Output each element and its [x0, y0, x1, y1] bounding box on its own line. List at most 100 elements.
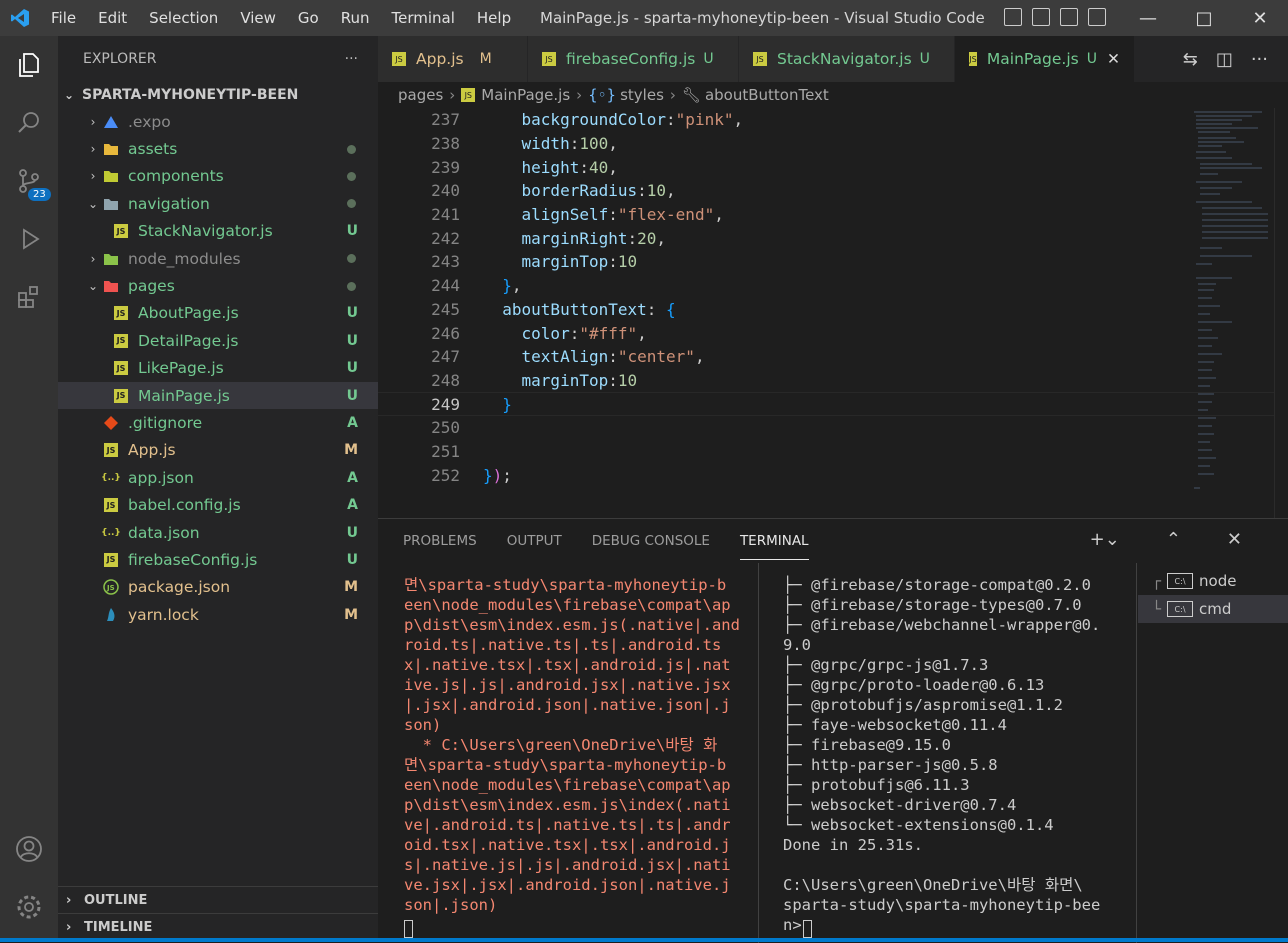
extensions-icon[interactable] — [0, 268, 58, 326]
terminal-session-node[interactable]: ┌ C:\ node — [1138, 567, 1288, 595]
line-text: aboutButtonText: { — [502, 299, 676, 319]
code-line[interactable]: 247 textAlign:"center", — [378, 345, 1288, 369]
maximize-panel-icon[interactable]: ⌃ — [1166, 529, 1181, 550]
menu-file[interactable]: File — [40, 0, 87, 36]
code-line[interactable]: 251 — [378, 440, 1288, 464]
tree-item-yarnlock[interactable]: yarn.lock M — [58, 601, 378, 628]
run-debug-icon[interactable] — [0, 210, 58, 268]
tab-stacknavigator[interactable]: JS StackNavigator.js U — [739, 36, 955, 82]
tab-output[interactable]: OUTPUT — [507, 533, 562, 549]
code-line[interactable]: 245 aboutButtonText: { — [378, 298, 1288, 322]
menu-help[interactable]: Help — [466, 0, 522, 36]
tree-item-label: navigation — [128, 194, 210, 213]
minimize-icon[interactable]: — — [1120, 0, 1176, 36]
tab-mainpage[interactable]: JS MainPage.js U ✕ — [955, 36, 1135, 82]
chevron-right-icon: › — [576, 86, 583, 104]
tab-terminal[interactable]: TERMINAL — [739, 533, 809, 560]
tab-debug-console[interactable]: DEBUG CONSOLE — [592, 533, 710, 549]
tree-item-label: .expo — [128, 112, 171, 131]
code-line[interactable]: 248 marginTop:10 — [378, 369, 1288, 393]
tree-item-appjson[interactable]: {..} app.json A — [58, 464, 378, 491]
code-line[interactable]: 250 — [378, 416, 1288, 440]
tree-item-components[interactable]: › components — [58, 163, 378, 190]
search-icon[interactable] — [0, 94, 58, 152]
menu-view[interactable]: View — [229, 0, 287, 36]
tree-item-stacknavigator[interactable]: JS StackNavigator.js U — [58, 218, 378, 245]
breadcrumb-item[interactable]: pages — [398, 86, 443, 104]
tree-item-label: components — [128, 167, 224, 186]
breadcrumb-item[interactable]: aboutButtonText — [705, 86, 829, 104]
code-line[interactable]: 249 } — [378, 392, 1288, 416]
code-line[interactable]: 237 backgroundColor:"pink", — [378, 108, 1288, 132]
toggle-sidebar-icon[interactable] — [1004, 8, 1022, 26]
minimap[interactable] — [1192, 108, 1270, 498]
close-panel-icon[interactable]: ✕ — [1227, 529, 1242, 550]
tree-item-navigation[interactable]: ⌄ navigation — [58, 190, 378, 217]
status-dot — [347, 254, 356, 264]
code-line[interactable]: 241 alignSelf:"flex-end", — [378, 203, 1288, 227]
close-tab-icon[interactable]: ✕ — [1107, 50, 1120, 68]
new-terminal-icon[interactable]: +⌄ — [1090, 529, 1120, 550]
tree-item-aboutpage[interactable]: JS AboutPage.js U — [58, 300, 378, 327]
code-editor[interactable]: 237 backgroundColor:"pink", 238 width:100… — [378, 108, 1288, 518]
tree-item-likepage[interactable]: JS LikePage.js U — [58, 355, 378, 382]
code-line[interactable]: 240 borderRadius:10, — [378, 179, 1288, 203]
code-line[interactable]: 239 height:40, — [378, 155, 1288, 179]
tree-item-babel-config[interactable]: JS babel.config.js A — [58, 491, 378, 518]
menu-run[interactable]: Run — [330, 0, 381, 36]
code-line[interactable]: 243 marginTop:10 — [378, 250, 1288, 274]
menu-selection[interactable]: Selection — [138, 0, 229, 36]
terminal-session-cmd[interactable]: └ C:\ cmd — [1138, 595, 1288, 623]
tree-item-datajson[interactable]: {..} data.json U — [58, 519, 378, 546]
js-file-icon: JS — [392, 52, 406, 66]
close-window-icon[interactable]: ✕ — [1232, 0, 1288, 36]
account-icon[interactable] — [0, 820, 58, 878]
workspace-root[interactable]: ⌄ SPARTA-MYHONEYTIP-BEEN — [58, 82, 378, 108]
code-line[interactable]: 238 width:100, — [378, 132, 1288, 156]
tab-problems[interactable]: PROBLEMS — [403, 533, 477, 549]
menu-edit[interactable]: Edit — [87, 0, 138, 36]
tree-item-expo[interactable]: › .expo — [58, 108, 378, 135]
code-line[interactable]: 252}); — [378, 463, 1288, 487]
more-actions-icon[interactable]: ··· — [1251, 49, 1268, 70]
customize-layout-icon[interactable] — [1088, 8, 1106, 26]
tree-item-label: firebaseConfig.js — [128, 550, 258, 569]
maximize-icon[interactable]: □ — [1176, 0, 1232, 36]
code-line[interactable]: 244 }, — [378, 274, 1288, 298]
code-line[interactable]: 242 marginRight:20, — [378, 226, 1288, 250]
tree-item-mainpage[interactable]: JS MainPage.js U — [58, 381, 378, 410]
timeline-section[interactable]: › TIMELINE — [58, 913, 378, 940]
more-actions-icon[interactable]: ··· — [345, 51, 358, 67]
line-text: alignSelf:"flex-end", — [521, 205, 724, 225]
tab-status: U — [703, 51, 714, 67]
code-line[interactable]: 246 color:"#fff", — [378, 321, 1288, 345]
terminal-split-divider[interactable] — [758, 563, 759, 943]
tree-item-assets[interactable]: › assets — [58, 135, 378, 162]
terminal-output-left[interactable]: 면\sparta-study\sparta-myhoneytip-b een\n… — [404, 575, 740, 915]
editor-scrollbar[interactable] — [1274, 108, 1288, 518]
menu-go[interactable]: Go — [287, 0, 330, 36]
tree-item-pages[interactable]: ⌄ pages — [58, 272, 378, 299]
explorer-icon[interactable] — [0, 36, 58, 94]
settings-gear-icon[interactable] — [0, 878, 58, 936]
terminal-output-right[interactable]: ├─ @firebase/storage-compat@0.2.0 ├─ @fi… — [783, 575, 1100, 935]
toggle-panel-icon[interactable] — [1032, 8, 1050, 26]
tree-item-appjs[interactable]: JS App.js M — [58, 437, 378, 464]
outline-section[interactable]: › OUTLINE — [58, 886, 378, 913]
tree-item-firebaseconfig[interactable]: JS firebaseConfig.js U — [58, 546, 378, 573]
breadcrumb-item[interactable]: MainPage.js — [481, 86, 570, 104]
tree-item-detailpage[interactable]: JS DetailPage.js U — [58, 327, 378, 354]
terminal-cursor — [404, 920, 413, 938]
split-editor-icon[interactable]: ◫ — [1216, 49, 1233, 70]
source-control-icon[interactable] — [0, 152, 58, 210]
tree-item-node-modules[interactable]: › node_modules — [58, 245, 378, 272]
tab-firebaseconfig[interactable]: JS firebaseConfig.js U — [528, 36, 739, 82]
tree-item-gitignore[interactable]: .gitignore A — [58, 409, 378, 436]
tab-app-js[interactable]: JS App.js M — [378, 36, 528, 82]
toggle-secondary-sidebar-icon[interactable] — [1060, 8, 1078, 26]
breadcrumb-item[interactable]: styles — [620, 86, 664, 104]
compare-changes-icon[interactable]: ⇆ — [1183, 49, 1198, 70]
menu-terminal[interactable]: Terminal — [381, 0, 466, 36]
chevron-right-icon: › — [669, 86, 676, 104]
tree-item-packagejson[interactable]: JS package.json M — [58, 574, 378, 601]
